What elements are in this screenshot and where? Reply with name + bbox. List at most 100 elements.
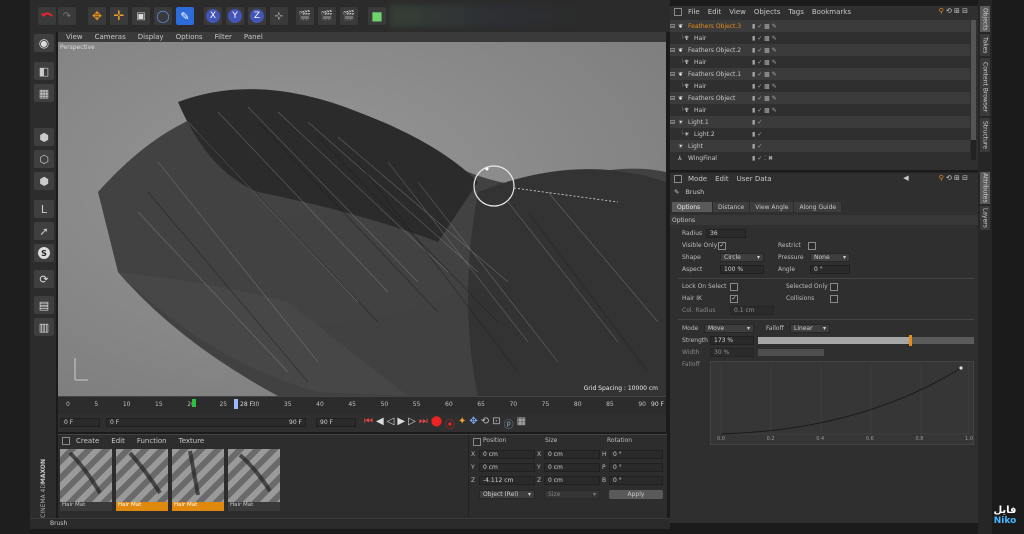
keyframe-selection-icon[interactable]: ✦ xyxy=(458,416,466,431)
object-menu-file[interactable]: File xyxy=(688,8,700,16)
viewport-menu-options[interactable]: Options xyxy=(176,33,203,41)
position-x-field[interactable]: 0 cm xyxy=(479,450,535,459)
attribute-menu-edit[interactable]: Edit xyxy=(715,175,729,183)
material-swatch[interactable]: Hair Mat xyxy=(116,449,168,511)
tab-options[interactable]: Options xyxy=(672,202,713,212)
selected-only-checkbox[interactable] xyxy=(830,283,838,291)
axis-mode-button[interactable]: L xyxy=(34,200,54,218)
object-row[interactable]: ⊟ ❦ Feathers Object.2 ▮ ✓ ▩ ✎ xyxy=(670,44,970,56)
material-menu-edit[interactable]: Edit xyxy=(111,437,125,445)
tab-view-angle[interactable]: View Angle xyxy=(750,202,795,212)
snap-button[interactable]: S xyxy=(34,244,54,262)
strength-field[interactable]: 173 % xyxy=(710,336,754,345)
rotation-h-field[interactable]: 0 ° xyxy=(609,450,663,459)
brush-tool-button[interactable]: ✎ xyxy=(176,7,194,25)
apply-button[interactable]: Apply xyxy=(609,490,663,499)
record-icon[interactable]: ⬤ xyxy=(431,416,442,431)
render-settings-button[interactable]: 🎬 xyxy=(340,7,358,25)
object-menu-objects[interactable]: Objects xyxy=(754,8,780,16)
object-row[interactable]: ⊟ ☀ Light.1 ▮ ✓ xyxy=(670,116,970,128)
size-x-field[interactable]: 0 cm xyxy=(544,450,600,459)
falloff-curve-graph[interactable]: 0.0 0.2 0.4 0.6 0.8 1.0 xyxy=(710,361,974,445)
keyframe-marker[interactable] xyxy=(192,399,196,407)
object-row[interactable]: ⊟ ❦ Feathers Object.1 ▮ ✓ ▩ ✎ xyxy=(670,68,970,80)
collisions-checkbox[interactable] xyxy=(830,295,838,303)
polygons-mode-button[interactable]: ⬢ xyxy=(34,172,54,190)
object-menu-bookmarks[interactable]: Bookmarks xyxy=(812,8,851,16)
angle-field[interactable]: 0 ° xyxy=(810,265,850,274)
mode-dropdown[interactable]: Move ▾ xyxy=(704,324,754,333)
object-row[interactable]: └ ♆ Hair ▮ ✓ ▩ ✎ xyxy=(670,80,970,92)
z-axis-button[interactable]: Z xyxy=(248,7,266,25)
object-menu-view[interactable]: View xyxy=(729,8,746,16)
workplane-button[interactable]: ⟳ xyxy=(34,270,54,288)
width-slider[interactable] xyxy=(758,349,824,356)
material-swatch[interactable]: Hair Mat xyxy=(60,449,112,511)
object-row[interactable]: ☀ Light ▮ ✓ xyxy=(670,140,970,152)
material-menu-function[interactable]: Function xyxy=(137,437,167,445)
pressure-dropdown[interactable]: None ▾ xyxy=(810,253,850,262)
tab-distance[interactable]: Distance xyxy=(713,202,751,212)
material-swatch[interactable]: Hair Mat xyxy=(172,449,224,511)
material-menu-texture[interactable]: Texture xyxy=(179,437,205,445)
redo-button[interactable]: ↷ xyxy=(58,7,76,25)
viewport-tool-button[interactable]: ◉ xyxy=(34,34,54,52)
tab-content-browser[interactable]: Content Browser xyxy=(980,58,990,116)
falloff-dropdown[interactable]: Linear ▾ xyxy=(790,324,830,333)
tab-layers[interactable]: Layers xyxy=(980,206,990,230)
rotation-b-field[interactable]: 0 ° xyxy=(609,476,663,485)
object-manager-nav-icons[interactable]: ⚲ ⟲ ⊞ ⊟ xyxy=(939,7,968,15)
viewport-menu-view[interactable]: View xyxy=(66,33,83,41)
position-z-field[interactable]: -4.112 cm xyxy=(479,476,535,485)
x-axis-button[interactable]: X xyxy=(204,7,222,25)
scale-key-icon[interactable]: ⊡ xyxy=(492,416,500,431)
playhead[interactable] xyxy=(234,399,238,409)
object-row[interactable]: └ ♆ Hair ▮ ✓ ▩ ✎ xyxy=(670,104,970,116)
object-row[interactable]: └ ♆ Hair ▮ ✓ ▩ ✎ xyxy=(670,32,970,44)
col-radius-field[interactable]: 0.1 cm xyxy=(730,306,774,315)
tweak-mode-button[interactable]: ➚ xyxy=(34,222,54,240)
coordinate-mode-dropdown[interactable]: Object (Rel) ▾ xyxy=(479,490,535,499)
tab-takes[interactable]: Takes xyxy=(980,34,990,56)
lock-on-select-checkbox[interactable] xyxy=(730,283,738,291)
hair-ik-checkbox[interactable]: ✓ xyxy=(730,295,738,303)
scale-tool-button[interactable]: ▣ xyxy=(132,7,150,25)
restrict-checkbox[interactable] xyxy=(808,242,816,250)
model-mode-button[interactable]: ◧ xyxy=(34,62,54,80)
y-axis-button[interactable]: Y xyxy=(226,7,244,25)
texture-mode-button[interactable]: ▦ xyxy=(34,84,54,102)
go-to-end-icon[interactable]: ⏭ xyxy=(419,416,428,431)
material-menu-create[interactable]: Create xyxy=(76,437,99,445)
material-swatch[interactable]: Hair Mat xyxy=(228,449,280,511)
attribute-nav-icons[interactable]: ◀ ⚲ ⟲ ⊞ ⊟ xyxy=(903,174,968,182)
end-frame-field[interactable]: 90 F xyxy=(316,418,356,427)
tab-along-guide[interactable]: Along Guide xyxy=(794,202,843,212)
object-menu-tags[interactable]: Tags xyxy=(788,8,804,16)
play-backward-icon[interactable]: ◁ xyxy=(387,416,395,431)
coordinate-system-button[interactable]: ⊹ xyxy=(270,7,288,25)
viewport-3d[interactable]: Perspective ✥ ⟲ ⊞ Grid Spacing : 10000 c… xyxy=(58,42,666,396)
viewport-menu-filter[interactable]: Filter xyxy=(215,33,232,41)
play-forward-icon[interactable]: ▶ xyxy=(397,416,405,431)
object-row[interactable]: ⅄ WingFinal ▮ ✓ ⁚ ✖ xyxy=(670,152,970,164)
object-list-scrollbar[interactable] xyxy=(971,20,976,160)
param-key-icon[interactable]: ⓟ xyxy=(504,416,514,431)
timeline-ruler[interactable]: 0 5 10 15 20 25 30 35 40 45 50 55 60 65 … xyxy=(58,396,666,415)
next-key-icon[interactable]: ▷ xyxy=(408,416,416,431)
render-picture-viewer-button[interactable]: 🎬 xyxy=(318,7,336,25)
move-tool-button[interactable]: ✛ xyxy=(110,7,128,25)
select-tool-button[interactable]: ✥ xyxy=(88,7,106,25)
position-y-field[interactable]: 0 cm xyxy=(479,463,535,472)
attribute-menu-user-data[interactable]: User Data xyxy=(737,175,772,183)
aspect-field[interactable]: 100 % xyxy=(720,265,764,274)
render-view-button[interactable]: 🎬 xyxy=(296,7,314,25)
rotate-tool-button[interactable]: ◯ xyxy=(154,7,172,25)
object-row[interactable]: └ ☀ Light.2 ▮ ✓ xyxy=(670,128,970,140)
undo-button[interactable] xyxy=(38,7,56,25)
viewport-menu-panel[interactable]: Panel xyxy=(244,33,263,41)
object-row[interactable]: ⊟ ❦ Feathers Object ▮ ✓ ▩ ✎ xyxy=(670,92,970,104)
size-z-field[interactable]: 0 cm xyxy=(544,476,600,485)
autokey-icon[interactable]: ⦿ xyxy=(445,416,455,431)
strength-slider-handle[interactable] xyxy=(909,335,913,346)
rotate-key-icon[interactable]: ⟲ xyxy=(481,416,489,431)
